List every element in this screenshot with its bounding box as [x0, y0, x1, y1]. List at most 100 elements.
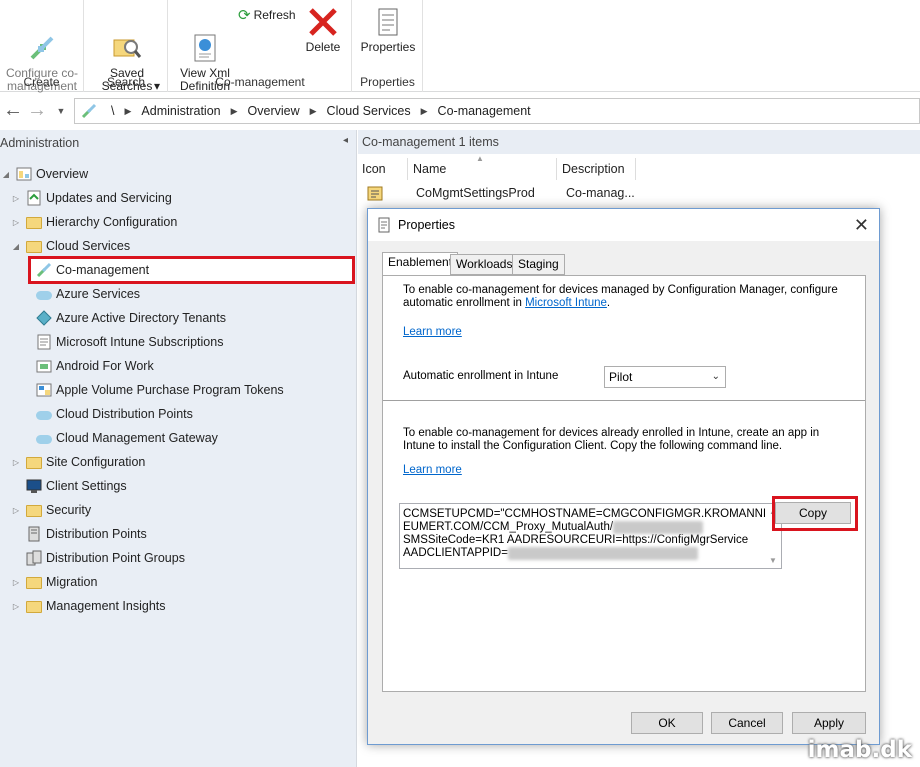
cloud-icon [36, 406, 52, 422]
cancel-button[interactable]: Cancel [711, 712, 783, 734]
expanded-icon[interactable]: ◢ [10, 242, 22, 251]
intro-text: To enable co-management for devices mana… [403, 284, 838, 309]
tree-item-apple-vpp-tokens[interactable]: Apple Volume Purchase Program Tokens [36, 379, 284, 401]
nav-header: Administration [0, 136, 80, 150]
address-bar: ← → ▼ \ ▶ Administration ▶ Overview ▶ Cl… [0, 96, 920, 126]
tree-item-cloud-services[interactable]: ◢ Cloud Services [10, 235, 130, 257]
cloud-icon [36, 286, 52, 302]
column-header-description[interactable]: Description [558, 158, 636, 180]
folder-icon [26, 454, 42, 470]
expanded-icon[interactable]: ◢ [0, 170, 12, 179]
breadcrumb[interactable]: \ ▶ Administration ▶ Overview ▶ Cloud Se… [74, 98, 920, 124]
folder-icon [26, 214, 42, 230]
column-header-icon[interactable]: Icon [358, 158, 408, 180]
updates-icon [26, 190, 42, 206]
row-description: Co-manag... [566, 186, 635, 200]
forward-arrow-icon[interactable]: → [26, 100, 48, 122]
tree-item-management-insights[interactable]: ▷ Management Insights [10, 595, 166, 617]
collapsed-icon[interactable]: ▷ [10, 602, 22, 611]
delete-button[interactable]: Delete [299, 6, 347, 54]
back-arrow-icon[interactable]: ← [2, 100, 24, 122]
breadcrumb-separator-icon: ▶ [420, 105, 428, 116]
tree-item-distribution-points[interactable]: Distribution Points [26, 523, 147, 545]
redacted-token: 72057594037928 [613, 521, 703, 534]
apply-button[interactable]: Apply [792, 712, 866, 734]
tree-item-distribution-point-groups[interactable]: Distribution Point Groups [26, 547, 185, 569]
ribbon-group-search: Saved Searches ▾ Search [85, 0, 168, 93]
tree-item-comanagement[interactable]: Co-management [36, 259, 149, 281]
learn-more-link-2[interactable]: Learn more [403, 464, 462, 477]
tree-item-security[interactable]: ▷ Security [10, 499, 91, 521]
tab-staging[interactable]: Staging [512, 254, 565, 275]
android-work-icon [36, 358, 52, 374]
delete-x-icon [307, 6, 339, 38]
group-label-create: Create [23, 75, 60, 89]
properties-sheet-icon [372, 6, 404, 38]
properties-sheet-icon [376, 217, 392, 233]
ribbon: Configure co- management Create Saved Se… [0, 0, 920, 93]
history-dropdown-icon[interactable]: ▼ [50, 100, 72, 122]
apple-vpp-icon [36, 382, 52, 398]
section2-text: To enable co-management for devices alre… [403, 427, 820, 452]
refresh-icon: ⟳ [238, 7, 251, 24]
tree-item-hierarchy-configuration[interactable]: ▷ Hierarchy Configuration [10, 211, 177, 233]
collapsed-icon[interactable]: ▷ [10, 458, 22, 467]
tree-item-migration[interactable]: ▷ Migration [10, 571, 97, 593]
azure-ad-diamond-icon [36, 310, 52, 326]
breadcrumb-overview[interactable]: Overview [248, 104, 300, 118]
list-header: Co-management 1 items [358, 130, 920, 154]
breadcrumb-administration[interactable]: Administration [141, 104, 220, 118]
breadcrumb-separator-icon: ▶ [124, 105, 132, 116]
learn-more-link-1[interactable]: Learn more [403, 326, 462, 339]
chevron-down-icon: ⌄ [711, 371, 720, 382]
refresh-button[interactable]: ⟳ Refresh [238, 6, 296, 24]
tree-item-azure-ad-tenants[interactable]: Azure Active Directory Tenants [36, 307, 226, 329]
collapsed-icon[interactable]: ▷ [10, 506, 22, 515]
properties-button[interactable]: Properties [355, 6, 421, 54]
section-divider [383, 400, 865, 401]
tree-item-azure-services[interactable]: Azure Services [36, 283, 140, 305]
group-label-comanagement: Co-management [215, 75, 305, 89]
table-row[interactable]: CoMgmtSettingsProd Co-manag... [358, 182, 920, 204]
dialog-title: Properties [398, 218, 455, 232]
breadcrumb-cloud-services[interactable]: Cloud Services [327, 104, 411, 118]
sort-ascending-icon: ▲ [476, 154, 484, 163]
tree-item-cloud-distribution-points[interactable]: Cloud Distribution Points [36, 403, 193, 425]
tree-item-intune-subscriptions[interactable]: Microsoft Intune Subscriptions [36, 331, 223, 353]
group-label-properties: Properties [360, 75, 415, 89]
ok-button[interactable]: OK [631, 712, 703, 734]
overview-icon [16, 166, 32, 182]
collapsed-icon[interactable]: ▷ [10, 218, 22, 227]
tree-item-client-settings[interactable]: Client Settings [26, 475, 127, 497]
breadcrumb-root[interactable]: \ [111, 104, 114, 118]
collapsed-icon[interactable]: ▷ [10, 194, 22, 203]
tree-item-cloud-management-gateway[interactable]: Cloud Management Gateway [36, 427, 218, 449]
redacted-client-id: 5b1c2a3d-0000-4e7f-9999-aaaaaaaa [507, 547, 699, 560]
tree-item-site-configuration[interactable]: ▷ Site Configuration [10, 451, 145, 473]
tab-workloads[interactable]: Workloads [450, 254, 519, 275]
auto-enrollment-select[interactable]: Pilot ⌄ [604, 366, 726, 388]
command-line-textbox[interactable]: CCMSETUPCMD="CCMHOSTNAME=CMGCONFIGMGR.KR… [399, 503, 782, 569]
server-group-icon [26, 550, 42, 566]
comanagement-arrows-icon [26, 19, 58, 60]
tab-enablement[interactable]: Enablement [382, 252, 459, 276]
tree-item-android-for-work[interactable]: Android For Work [36, 355, 154, 377]
breadcrumb-comanagement[interactable]: Co-management [438, 104, 531, 118]
folder-search-icon [111, 19, 143, 58]
monitor-icon [26, 478, 42, 494]
tree-item-updates-and-servicing[interactable]: ▷ Updates and Servicing [10, 187, 172, 209]
scroll-down-icon[interactable]: ▼ [769, 556, 777, 565]
tree-item-overview[interactable]: ◢ Overview [0, 163, 88, 185]
close-icon[interactable]: ✕ [854, 215, 869, 236]
collapsed-icon[interactable]: ▷ [10, 578, 22, 587]
folder-icon [26, 502, 42, 518]
dialog-titlebar: Properties ✕ [368, 209, 879, 241]
microsoft-intune-link[interactable]: Microsoft Intune [525, 297, 607, 309]
settings-item-icon [367, 185, 383, 201]
xml-document-icon [189, 19, 221, 62]
enablement-panel: To enable co-management for devices mana… [382, 275, 866, 692]
collapse-pane-icon[interactable]: ◂ [343, 135, 348, 146]
auto-enrollment-label: Automatic enrollment in Intune [403, 370, 559, 382]
group-label-search: Search [106, 75, 146, 89]
breadcrumb-separator-icon: ▶ [309, 105, 317, 116]
